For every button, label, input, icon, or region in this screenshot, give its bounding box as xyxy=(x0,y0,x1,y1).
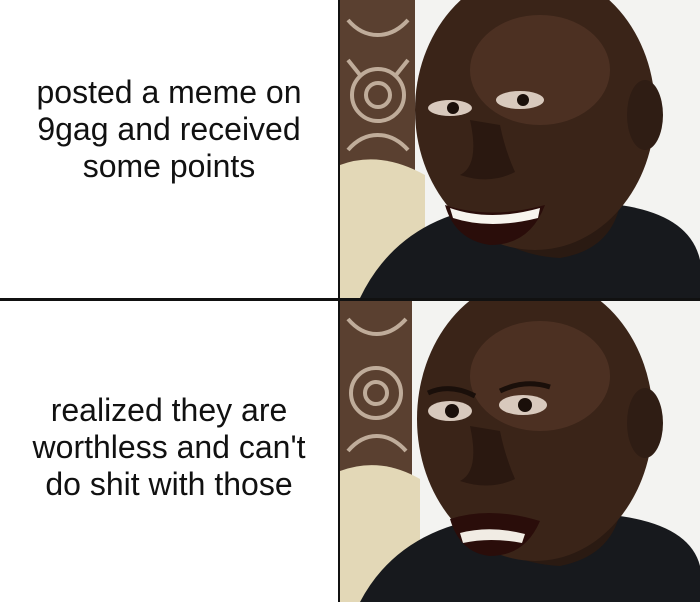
top-caption: posted a meme on 9gag and received some … xyxy=(0,0,338,298)
bottom-caption-text: realized they are worthless and can't do… xyxy=(32,391,306,502)
meme-image: posted a meme on 9gag and received some … xyxy=(0,0,700,602)
bottom-caption: realized they are worthless and can't do… xyxy=(0,302,338,602)
happy-face-photo xyxy=(340,0,700,298)
top-caption-text: posted a meme on 9gag and received some … xyxy=(36,73,302,184)
disappointed-face-photo xyxy=(340,301,700,602)
